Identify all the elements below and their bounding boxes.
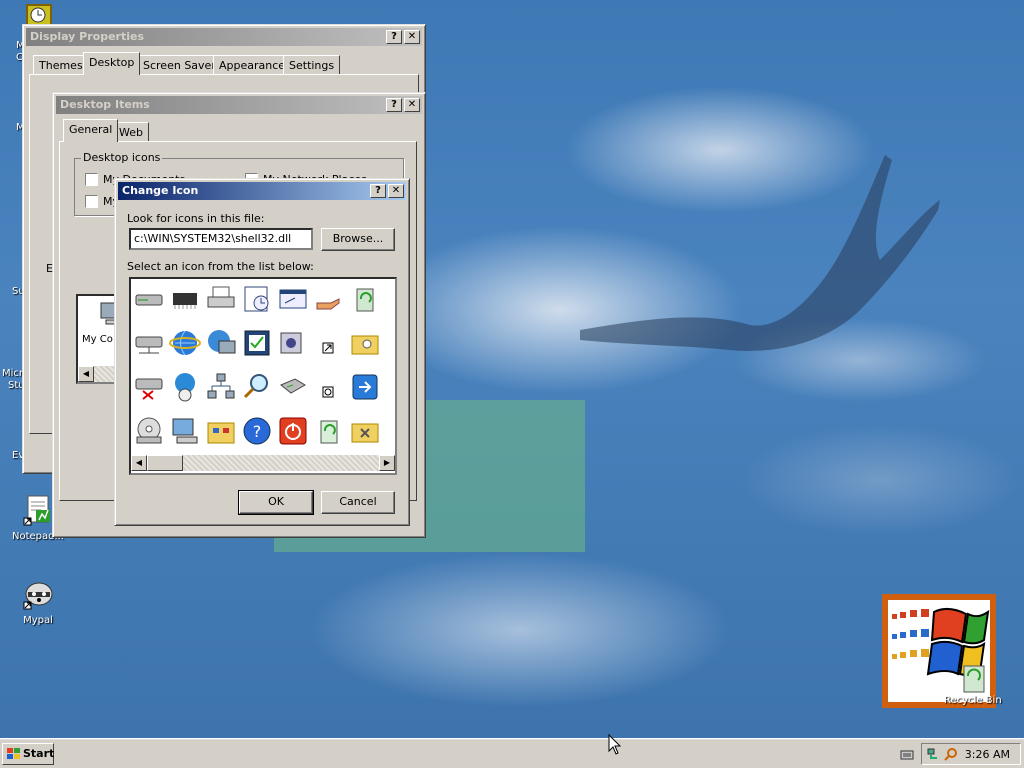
clock[interactable]: 3:26 AM [965, 748, 1010, 761]
display-properties-titlebar: Display Properties ? ✕ [26, 28, 422, 46]
raccoon-icon [23, 582, 53, 610]
close-button[interactable]: ✕ [388, 184, 404, 198]
tab-themes[interactable]: Themes [33, 55, 89, 75]
fragment-label: E [46, 262, 53, 275]
my-documents-checkbox[interactable] [85, 173, 98, 186]
cd-drive-icon[interactable] [133, 415, 169, 451]
network-computer-icon[interactable] [205, 327, 241, 363]
tab-settings[interactable]: Settings [283, 55, 341, 75]
disconnected-drive-icon[interactable] [133, 371, 169, 407]
network-drive-icon[interactable] [133, 327, 169, 363]
folder-partial-icon[interactable] [385, 371, 395, 407]
recycle-bin-full-icon[interactable] [349, 283, 385, 319]
close-button[interactable]: ✕ [404, 30, 420, 44]
tab-screen-saver[interactable]: Screen Saver [137, 55, 222, 75]
removable-drive-icon[interactable] [277, 371, 313, 407]
group-title: Desktop icons [81, 151, 163, 164]
window-title: Desktop Items [60, 98, 150, 111]
scroll-left-arrow[interactable]: ◀ [131, 455, 147, 471]
folder-tools-icon[interactable] [349, 415, 385, 451]
look-for-label: Look for icons in this file: [127, 212, 265, 225]
taskbar: Start 3:26 AM [0, 738, 1024, 768]
cd-audio-icon[interactable] [277, 327, 313, 363]
recycle-bin-empty-icon[interactable] [313, 415, 349, 451]
network-tray-icon[interactable] [926, 747, 940, 761]
folder-partial-icon[interactable] [385, 327, 395, 363]
cancel-button[interactable]: Cancel [321, 491, 395, 514]
preview-label: My Co [82, 334, 113, 345]
my-computer-icon[interactable] [169, 415, 205, 451]
help-button[interactable]: ? [386, 30, 402, 44]
tab-desktop[interactable]: Desktop [83, 52, 141, 75]
memory-chip-icon[interactable] [169, 283, 205, 319]
clock-icon [30, 7, 46, 23]
change-icon-titlebar: Change Icon ? ✕ [118, 182, 406, 200]
recycle-bin-desktop-icon[interactable] [882, 594, 996, 708]
windows-flag-icon [892, 607, 990, 693]
folder-search-icon[interactable] [349, 327, 385, 363]
help-icon[interactable]: ? [241, 415, 277, 451]
partial-icon[interactable] [385, 415, 395, 451]
icon-list-scrollbar[interactable]: ◀ ▶ [131, 455, 395, 471]
magnifier-icon[interactable] [241, 371, 277, 407]
icon-file-path-input[interactable]: c:\WIN\SYSTEM32\shell32.dll [129, 228, 313, 250]
hard-drive-icon[interactable] [133, 283, 169, 319]
shut-down-icon[interactable] [277, 415, 313, 451]
mouse-cursor-icon [608, 734, 622, 755]
tab-general[interactable]: General [63, 119, 119, 142]
desktop-items-titlebar: Desktop Items ? ✕ [56, 96, 422, 114]
shared-hand-icon[interactable] [313, 283, 349, 319]
desktop-icon-label: Mypal [23, 615, 53, 626]
svg-text:?: ? [253, 422, 262, 441]
printer-icon[interactable] [205, 283, 241, 319]
recycle-bin-label: Recycle Bin [944, 695, 1002, 706]
start-button[interactable]: Start [2, 743, 54, 765]
log-off-icon[interactable] [349, 371, 385, 407]
window-title: Display Properties [30, 30, 145, 43]
window-title: Change Icon [122, 184, 199, 197]
windows-logo-icon [7, 748, 20, 759]
window-shortcut-icon[interactable] [277, 283, 313, 319]
system-tray: 3:26 AM [921, 743, 1021, 765]
scheduled-task-icon[interactable] [241, 283, 277, 319]
clock-overlay-icon[interactable] [313, 371, 349, 407]
internet-explorer-icon[interactable] [169, 327, 205, 363]
desktop-icon-mypal[interactable]: Mypal [2, 578, 74, 626]
checklist-icon[interactable] [241, 327, 277, 363]
search-tray-icon[interactable] [944, 747, 958, 761]
keyboard-icon[interactable] [900, 748, 914, 762]
scrollbar-thumb[interactable] [147, 455, 183, 471]
tab-appearance[interactable]: Appearance [213, 55, 292, 75]
select-icon-label: Select an icon from the list below: [127, 260, 314, 273]
notepad-icon [23, 495, 50, 526]
shortcut-arrow-icon[interactable] [313, 327, 349, 363]
checkbox[interactable] [85, 195, 98, 208]
browse-button[interactable]: Browse... [321, 228, 395, 251]
wallpaper-bird-silhouette [580, 155, 940, 351]
help-button[interactable]: ? [370, 184, 386, 198]
scroll-left-arrow[interactable]: ◀ [78, 366, 94, 382]
help-button[interactable]: ? [386, 98, 402, 112]
icon-list[interactable]: ? ◀ ▶ [129, 277, 397, 475]
control-panel-icon[interactable] [205, 415, 241, 451]
tab-web[interactable]: Web [113, 122, 149, 142]
start-label: Start [23, 747, 55, 760]
network-icon[interactable] [205, 371, 241, 407]
ok-button[interactable]: OK [238, 490, 314, 515]
scroll-right-arrow[interactable]: ▶ [379, 455, 395, 471]
globe-mouse-icon[interactable] [169, 371, 205, 407]
change-icon-dialog: Change Icon ? ✕ Look for icons in this f… [114, 178, 410, 526]
folder-partial-icon[interactable] [385, 283, 395, 319]
close-button[interactable]: ✕ [404, 98, 420, 112]
